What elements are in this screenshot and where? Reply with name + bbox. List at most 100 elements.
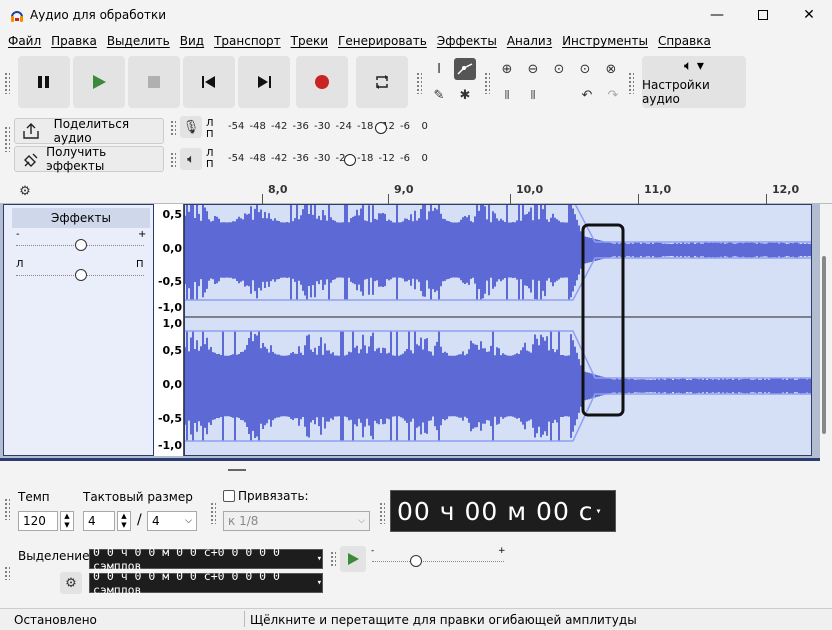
get-effects-label: Получить эффекты <box>46 145 107 173</box>
share-audio-button[interactable]: Поделиться аудио <box>14 117 164 145</box>
toolbar-grip[interactable] <box>170 120 176 136</box>
vertical-scrollbar[interactable] <box>822 256 826 434</box>
toolbar-grip[interactable] <box>628 72 634 94</box>
meter-scale-label: -6 <box>400 121 410 132</box>
selection-start-field[interactable]: 0 0 ч 0 0 м 0 0 с+0 0 0 0 0 сэмплов ▾ <box>89 545 323 573</box>
waveform[interactable] <box>185 205 812 456</box>
maximize-button[interactable] <box>740 0 786 30</box>
toolbar-grip[interactable] <box>210 502 216 524</box>
waveform-area[interactable] <box>184 204 812 456</box>
track-control-panel[interactable]: Эффекты - + Л П <box>3 204 154 456</box>
snap-select[interactable]: к 1/8 ⌵ <box>223 511 370 531</box>
selection-tool-button[interactable]: I <box>428 58 450 80</box>
meter-level-slider[interactable] <box>375 122 387 134</box>
scale-label: 0,0 <box>162 378 183 391</box>
undo-button[interactable]: ↶ <box>576 84 598 106</box>
redo-button[interactable]: ↷ <box>602 84 624 106</box>
speed-slider-thumb[interactable] <box>410 555 422 567</box>
toolbar-grip[interactable] <box>4 126 10 152</box>
draw-tool-button[interactable]: ✎ <box>428 84 450 106</box>
loop-button[interactable] <box>356 56 408 108</box>
menu-generate[interactable]: Генерировать <box>338 34 427 48</box>
timeline-tick-mark <box>766 194 767 204</box>
minimize-button[interactable]: — <box>694 0 740 30</box>
play-at-speed-button[interactable] <box>340 546 366 572</box>
tempo-input[interactable]: 120 <box>18 511 58 531</box>
toolbar-grip[interactable] <box>170 152 176 168</box>
numerator-spinner[interactable]: ▲ ▼ <box>117 511 131 531</box>
menu-edit[interactable]: Правка <box>51 34 97 48</box>
meter-level-slider[interactable] <box>344 154 356 166</box>
toolbar-grip[interactable] <box>4 72 10 94</box>
multi-tool-button[interactable]: ✱ <box>454 84 476 106</box>
close-icon: ✕ <box>803 7 815 23</box>
menu-help[interactable]: Справка <box>658 34 711 48</box>
menu-transport[interactable]: Транспорт <box>214 34 281 48</box>
time-signature-numerator[interactable]: 4 <box>83 511 115 531</box>
waveform-channel[interactable] <box>185 331 811 441</box>
selection-end-value: 0 0 ч 0 0 м 0 0 с+0 0 0 0 0 сэмплов <box>93 569 280 597</box>
menu-effects[interactable]: Эффекты <box>437 34 497 48</box>
toolbar-grip[interactable] <box>416 72 422 94</box>
selection-settings-button[interactable]: ⚙ <box>60 572 82 594</box>
playback-meter-scale[interactable]: -54-48-42-36-30-24-18-12-60 <box>228 153 443 167</box>
zoom-toggle-button[interactable]: ⊗ <box>600 58 622 80</box>
skip-to-end-button[interactable] <box>238 56 290 108</box>
trim-button[interactable]: ⫼ <box>496 84 518 106</box>
zoom-in-button[interactable]: ⊕ <box>496 58 518 80</box>
timeline-tick-mark <box>638 194 639 204</box>
time-display[interactable]: 00 ч 00 м 00 с ▾ <box>390 490 616 532</box>
get-effects-button[interactable]: Получить эффекты <box>14 145 164 173</box>
menu-tools[interactable]: Инструменты <box>562 34 648 48</box>
toolbar-grip[interactable] <box>484 72 490 94</box>
silence-button[interactable]: ⫼ <box>522 84 544 106</box>
audio-setup-label: Настройки аудио <box>642 78 710 106</box>
envelope-tool-button[interactable] <box>454 58 476 80</box>
meter-scale-label: 0 <box>421 121 428 132</box>
tempo-spinner[interactable]: ▲ ▼ <box>60 511 74 531</box>
record-meter-scale[interactable]: -54-48-42-36-30-24-18-12-60 <box>228 121 443 135</box>
meter-scale-label: -54 <box>228 121 245 132</box>
chevron-down-icon: ▾ <box>316 578 322 588</box>
toolbar-grip[interactable] <box>330 551 336 567</box>
fit-project-button[interactable]: ⊙ <box>574 58 596 80</box>
audio-setup-button[interactable]: 🔈︎ ▾ Настройки аудио <box>642 56 746 108</box>
resize-handle[interactable] <box>228 469 246 471</box>
vertical-amplitude-scale[interactable]: 0,5 0,0 -0,5 -1,0 1,0 0,5 0,0 -0,5 -1,0 <box>154 204 184 456</box>
play-button[interactable] <box>73 56 125 108</box>
pan-slider-thumb[interactable] <box>75 269 87 281</box>
close-button[interactable]: ✕ <box>786 0 832 30</box>
menu-tracks[interactable]: Треки <box>291 34 328 48</box>
record-meter-button[interactable]: 🎙︎ <box>180 116 202 138</box>
playback-meter-button[interactable]: 🔈︎ <box>180 148 202 170</box>
stop-button[interactable] <box>128 56 180 108</box>
toolbar-grip[interactable] <box>4 566 10 580</box>
status-bar: Остановлено Щёлкните и перетащите для пр… <box>0 608 832 630</box>
toolbar-grip[interactable] <box>4 498 10 520</box>
menu-file[interactable]: Файл <box>8 34 41 48</box>
zoom-out-button[interactable]: ⊖ <box>522 58 544 80</box>
menu-select[interactable]: Выделить <box>107 34 170 48</box>
timeline-ruler[interactable]: ⚙ 8,0 9,0 10,0 11,0 12,0 <box>0 178 832 204</box>
timeline-tick-label: 10,0 <box>516 183 544 196</box>
meter-scale-label: -30 <box>314 121 331 132</box>
meter-scale-label: -54 <box>228 153 245 164</box>
up-arrow-icon: ▲ <box>121 512 127 520</box>
meter-scale-label: -12 <box>378 153 395 164</box>
timeline-settings-button[interactable]: ⚙ <box>14 180 36 202</box>
toolbar-grip[interactable] <box>379 502 385 524</box>
menu-view[interactable]: Вид <box>180 34 204 48</box>
skip-to-start-button[interactable] <box>183 56 235 108</box>
snap-checkbox[interactable] <box>223 490 235 502</box>
pause-button[interactable] <box>18 56 70 108</box>
effects-button[interactable]: Эффекты <box>12 208 150 228</box>
gain-slider-thumb[interactable] <box>75 239 87 251</box>
menu-analyze[interactable]: Анализ <box>507 34 552 48</box>
selection-end-field[interactable]: 0 0 ч 0 0 м 0 0 с+0 0 0 0 0 сэмплов ▾ <box>89 569 323 597</box>
time-signature-denominator[interactable]: 4 ⌵ <box>147 511 197 531</box>
waveform-channel[interactable] <box>185 205 811 300</box>
fit-selection-button[interactable]: ⊙ <box>548 58 570 80</box>
zoom-selection-icon: ⊙ <box>553 61 565 77</box>
record-button[interactable] <box>296 56 348 108</box>
i-beam-icon: I <box>437 61 441 77</box>
